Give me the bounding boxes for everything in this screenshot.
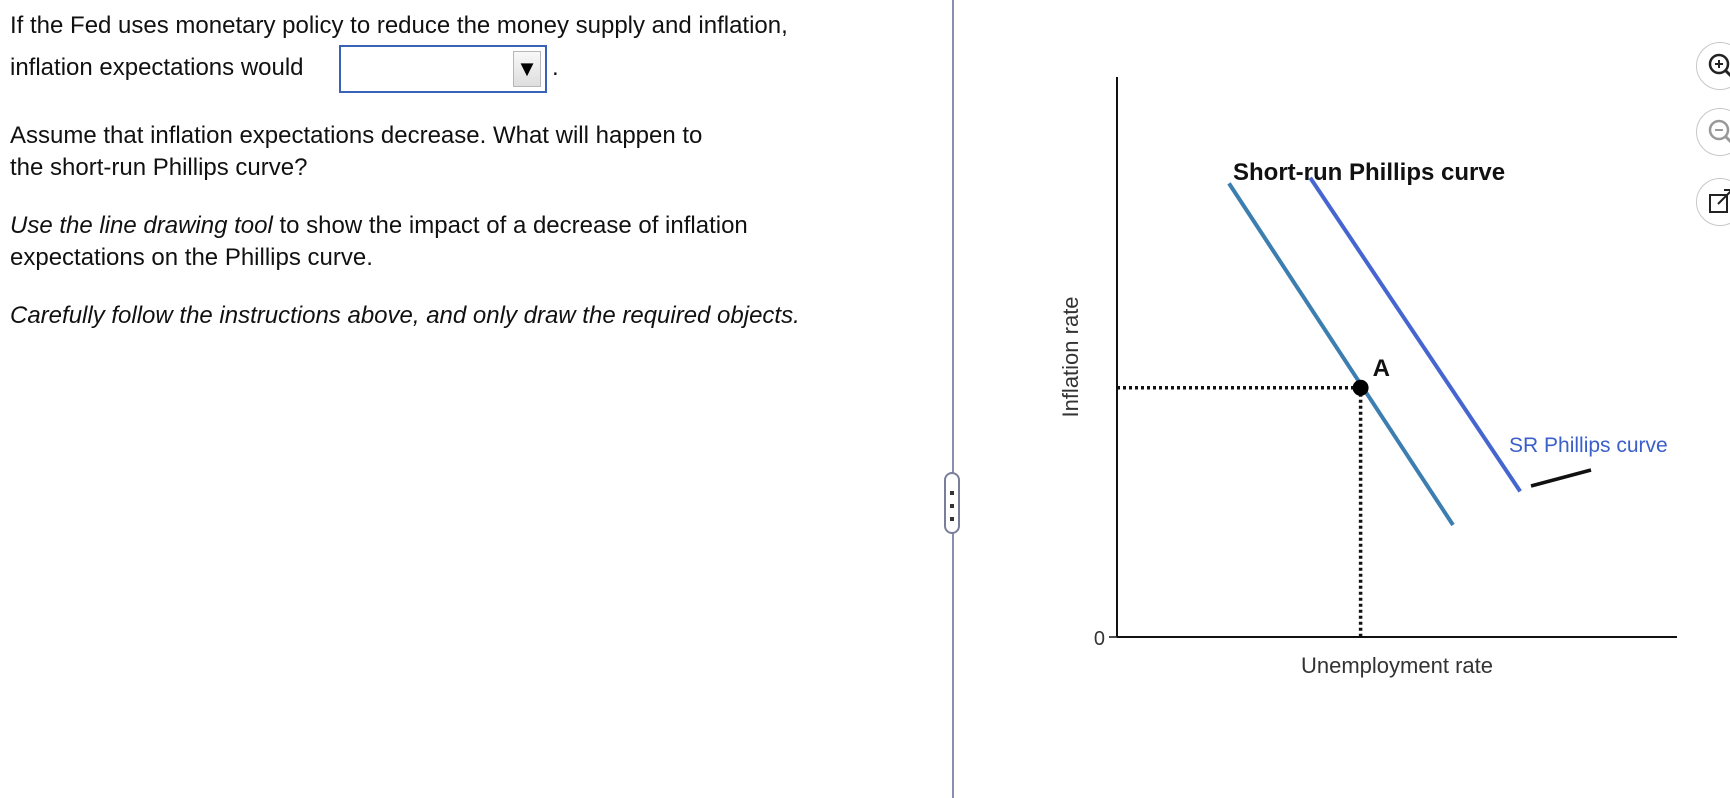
sr-phillips-curve-drawn-line[interactable] — [1308, 176, 1522, 493]
point-a-marker[interactable] — [1352, 379, 1369, 396]
sr-phillips-curve-label: SR Phillips curve — [1509, 434, 1668, 457]
point-a-label: A — [1373, 355, 1390, 382]
y-axis-label: Inflation rate — [1058, 296, 1083, 417]
origin-label: 0 — [1094, 628, 1105, 650]
chart-title: Short-run Phillips curve — [1233, 159, 1505, 186]
phillips-curve-graph[interactable]: 0 Unemployment rate Inflation rate Short-ru… — [0, 0, 1730, 798]
short-run-phillips-curve-line — [1227, 182, 1455, 527]
curve-label-leader-line — [1530, 468, 1592, 488]
x-axis-label: Unemployment rate — [1301, 653, 1493, 678]
